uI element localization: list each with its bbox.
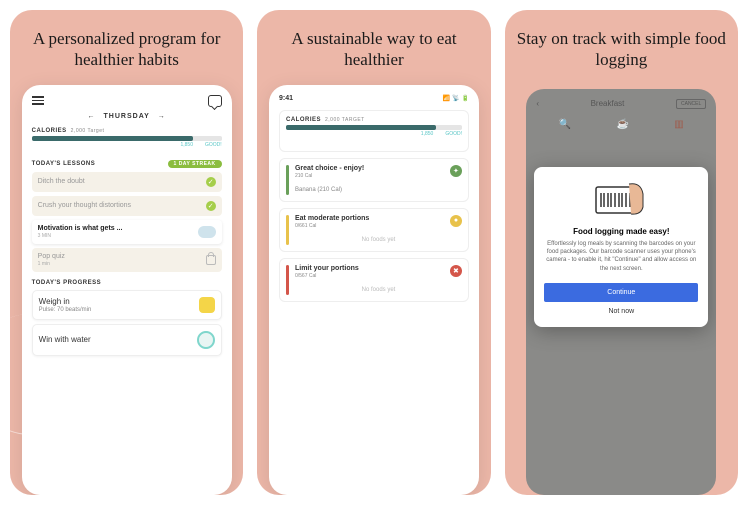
continue-button[interactable]: Continue bbox=[544, 283, 698, 302]
cup-icon[interactable]: ☕ bbox=[617, 119, 629, 130]
no-food-label: No foods yet bbox=[295, 287, 462, 293]
headline: A sustainable way to eat healthier bbox=[267, 28, 480, 71]
lesson-row[interactable]: Pop quiz 1 min bbox=[32, 248, 222, 272]
food-bar-green bbox=[286, 165, 289, 195]
barcode-modal: Food logging made easy! Effortlessly log… bbox=[534, 167, 708, 328]
lesson-title: Crush your thought distortions bbox=[38, 202, 131, 209]
weigh-icon bbox=[199, 297, 215, 313]
back-icon[interactable]: ‹ bbox=[536, 99, 539, 108]
lock-icon bbox=[206, 255, 216, 265]
chat-icon[interactable] bbox=[208, 95, 222, 107]
streak-badge: 1 DAY STREAK bbox=[168, 160, 222, 168]
progress-header: TODAY'S PROGRESS bbox=[32, 280, 101, 286]
food-group-title: Limit your portions bbox=[295, 265, 359, 272]
status-time: 9:41 bbox=[279, 95, 293, 102]
lesson-row[interactable]: Motivation is what gets ... 3 MIN bbox=[32, 220, 222, 244]
lesson-title: Ditch the doubt bbox=[38, 178, 85, 185]
phone-mock-1: ← THURSDAY → CALORIES 2,000 Target 1,850… bbox=[22, 85, 232, 496]
food-bar-red bbox=[286, 265, 289, 295]
next-day-arrow[interactable]: → bbox=[158, 113, 166, 120]
progress-current: 1,850 bbox=[421, 131, 434, 137]
calories-label: CALORIES bbox=[286, 117, 321, 123]
not-now-button[interactable]: Not now bbox=[544, 308, 698, 315]
water-icon bbox=[197, 331, 215, 349]
cancel-button[interactable]: CANCEL bbox=[676, 99, 706, 109]
no-food-label: No foods yet bbox=[295, 237, 462, 243]
promo-panel-3: Stay on track with simple food logging ‹… bbox=[505, 10, 738, 495]
lesson-sub: 3 MIN bbox=[38, 233, 123, 239]
search-icon[interactable]: 🔍 bbox=[559, 119, 571, 130]
food-group[interactable]: Limit your portions 0/567 Cal ✖ No foods… bbox=[279, 258, 469, 302]
lesson-title: Motivation is what gets ... bbox=[38, 225, 123, 232]
check-icon bbox=[206, 177, 216, 187]
progress-row[interactable]: Weigh in Pulse: 70 beats/min bbox=[32, 290, 222, 320]
food-group[interactable]: Eat moderate portions 0/661 Cal ● No foo… bbox=[279, 208, 469, 252]
calorie-progress-bar bbox=[286, 125, 462, 130]
day-label: THURSDAY bbox=[104, 113, 150, 120]
lesson-sub: 1 min bbox=[38, 261, 65, 267]
headline: Stay on track with simple food logging bbox=[515, 28, 728, 71]
food-bar-yellow bbox=[286, 215, 289, 245]
meal-title: Breakfast bbox=[591, 99, 625, 108]
progress-good: GOOD! bbox=[445, 131, 462, 137]
barcode-tab-icon[interactable]: ▥ bbox=[674, 119, 683, 130]
calorie-progress-bar bbox=[32, 136, 222, 141]
moderate-icon: ● bbox=[450, 215, 462, 227]
calories-label: CALORIES bbox=[32, 128, 67, 134]
limit-icon: ✖ bbox=[450, 265, 462, 277]
food-item: Banana (210 Cal) bbox=[295, 187, 462, 193]
progress-sub: Pulse: 70 beats/min bbox=[39, 307, 92, 313]
food-group-sub: 0/567 Cal bbox=[295, 273, 359, 279]
food-group[interactable]: Great choice - enjoy! 210 Cal ✦ Banana (… bbox=[279, 158, 469, 202]
menu-icon[interactable] bbox=[32, 96, 44, 105]
lesson-row[interactable]: Ditch the doubt bbox=[32, 172, 222, 192]
lessons-header: TODAY'S LESSONS bbox=[32, 161, 96, 167]
modal-title: Food logging made easy! bbox=[544, 227, 698, 236]
phone-mock-2: 9:41 📶📡🔋 CALORIES 2,000 TARGET 1,850 GOO… bbox=[269, 85, 479, 496]
calories-target: 2,000 Target bbox=[71, 128, 105, 134]
progress-title: Weigh in bbox=[39, 297, 70, 306]
food-group-sub: 0/661 Cal bbox=[295, 223, 369, 229]
lesson-title: Pop quiz bbox=[38, 253, 65, 260]
lesson-row[interactable]: Crush your thought distortions bbox=[32, 196, 222, 216]
progress-current: 1,850 bbox=[180, 142, 193, 148]
promo-panel-2: A sustainable way to eat healthier 9:41 … bbox=[257, 10, 490, 495]
food-group-sub: 210 Cal bbox=[295, 173, 364, 179]
modal-body: Effortlessly log meals by scanning the b… bbox=[544, 240, 698, 274]
food-group-title: Great choice - enjoy! bbox=[295, 165, 364, 172]
promo-panel-1: A personalized program for healthier hab… bbox=[10, 10, 243, 495]
cloud-icon bbox=[198, 226, 216, 238]
phone-mock-3: ‹ Breakfast CANCEL 🔍 ☕ ▥ bbox=[526, 89, 716, 496]
check-icon bbox=[206, 201, 216, 211]
status-icons: 📶📡🔋 bbox=[443, 95, 469, 102]
headline: A personalized program for healthier hab… bbox=[20, 28, 233, 71]
prev-day-arrow[interactable]: ← bbox=[88, 113, 96, 120]
barcode-illustration bbox=[591, 179, 651, 219]
good-icon: ✦ bbox=[450, 165, 462, 177]
progress-good: GOOD! bbox=[205, 142, 222, 148]
calories-target: 2,000 TARGET bbox=[325, 117, 365, 123]
food-group-title: Eat moderate portions bbox=[295, 215, 369, 222]
